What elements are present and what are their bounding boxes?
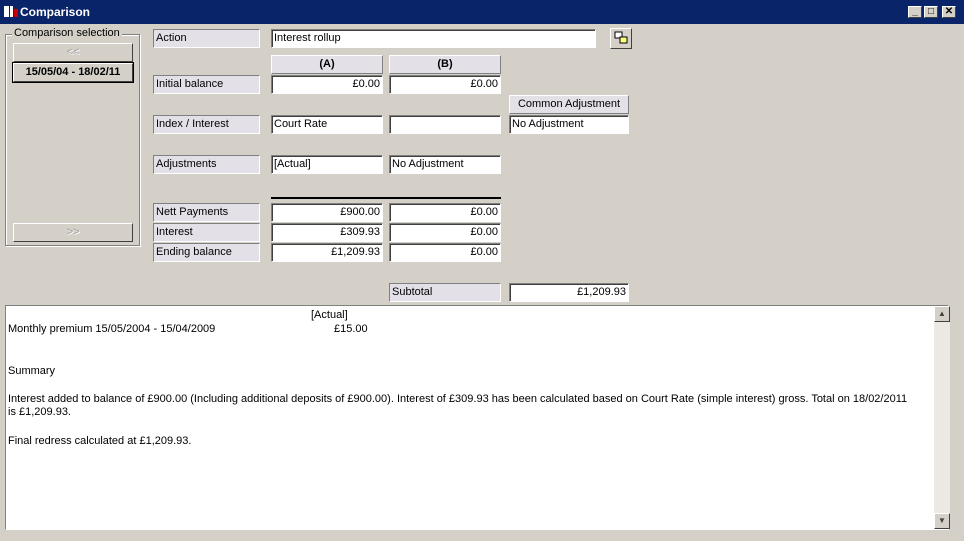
ending-balance-label: Ending balance: [153, 243, 260, 262]
report-panel[interactable]: [Actual] Monthly premium 15/05/2004 - 15…: [5, 305, 950, 530]
action-label: Action: [153, 29, 260, 48]
report-line-value: £15.00: [334, 323, 368, 335]
initial-balance-a-field[interactable]: £0.00: [271, 75, 383, 94]
report-line-label: Monthly premium 15/05/2004 - 15/04/2009: [8, 323, 216, 335]
report-column-header: [Actual]: [311, 309, 348, 321]
nett-payments-b-field[interactable]: £0.00: [389, 203, 501, 222]
final-redress-text: Final redress calculated at £1,209.93.: [8, 435, 192, 447]
summary-heading: Summary: [8, 365, 56, 377]
index-interest-a-field[interactable]: Court Rate: [271, 115, 383, 134]
report-scrollbar[interactable]: ▲ ▼: [934, 306, 950, 529]
close-button[interactable]: ✕: [942, 6, 956, 18]
comparison-selection-label: Comparison selection: [12, 27, 122, 39]
initial-balance-label: Initial balance: [153, 75, 260, 94]
index-interest-b-field[interactable]: [389, 115, 501, 134]
swap-columns-button[interactable]: [610, 28, 632, 49]
ending-balance-b-field[interactable]: £0.00: [389, 243, 501, 262]
interest-b-field[interactable]: £0.00: [389, 223, 501, 242]
column-b-header: (B): [389, 55, 501, 74]
maximize-icon: □: [927, 6, 935, 17]
window-app-icon: [4, 6, 18, 17]
subtotal-field[interactable]: £1,209.93: [509, 283, 629, 302]
interest-a-field[interactable]: £309.93: [271, 223, 383, 242]
arrow-up-icon: ▲: [938, 309, 946, 318]
interest-label: Interest: [153, 223, 260, 242]
arrow-down-icon: ▼: [938, 516, 946, 525]
ending-balance-a-field[interactable]: £1,209.93: [271, 243, 383, 262]
action-field[interactable]: Interest rollup: [271, 29, 596, 48]
summary-text: Interest added to balance of £900.00 (In…: [8, 393, 908, 418]
close-icon: ✕: [944, 6, 954, 17]
nett-payments-label: Nett Payments: [153, 203, 260, 222]
column-a-header: (A): [271, 55, 383, 74]
minimize-button[interactable]: _: [908, 6, 922, 18]
maximize-button[interactable]: □: [924, 6, 938, 18]
window-title: Comparison: [20, 5, 91, 19]
totals-separator: [271, 197, 501, 199]
common-adjustment-header: Common Adjustment: [509, 95, 629, 114]
adjustments-label: Adjustments: [153, 155, 260, 174]
scroll-up-button[interactable]: ▲: [934, 306, 950, 322]
index-interest-label: Index / Interest: [153, 115, 260, 134]
initial-balance-b-field[interactable]: £0.00: [389, 75, 501, 94]
previous-comparison-button[interactable]: <<: [13, 43, 133, 62]
current-comparison-button[interactable]: 15/05/04 - 18/02/11: [12, 62, 134, 83]
common-adjustment-field[interactable]: No Adjustment: [509, 115, 629, 134]
adjustments-b-field[interactable]: No Adjustment: [389, 155, 501, 174]
title-bar: Comparison _ □ ✕: [0, 0, 964, 24]
nett-payments-a-field[interactable]: £900.00: [271, 203, 383, 222]
minimize-icon: _: [912, 6, 918, 17]
scroll-down-button[interactable]: ▼: [934, 513, 950, 529]
subtotal-label: Subtotal: [389, 283, 501, 302]
swap-columns-icon: [614, 31, 628, 44]
adjustments-a-field[interactable]: [Actual]: [271, 155, 383, 174]
next-comparison-button[interactable]: >>: [13, 223, 133, 242]
